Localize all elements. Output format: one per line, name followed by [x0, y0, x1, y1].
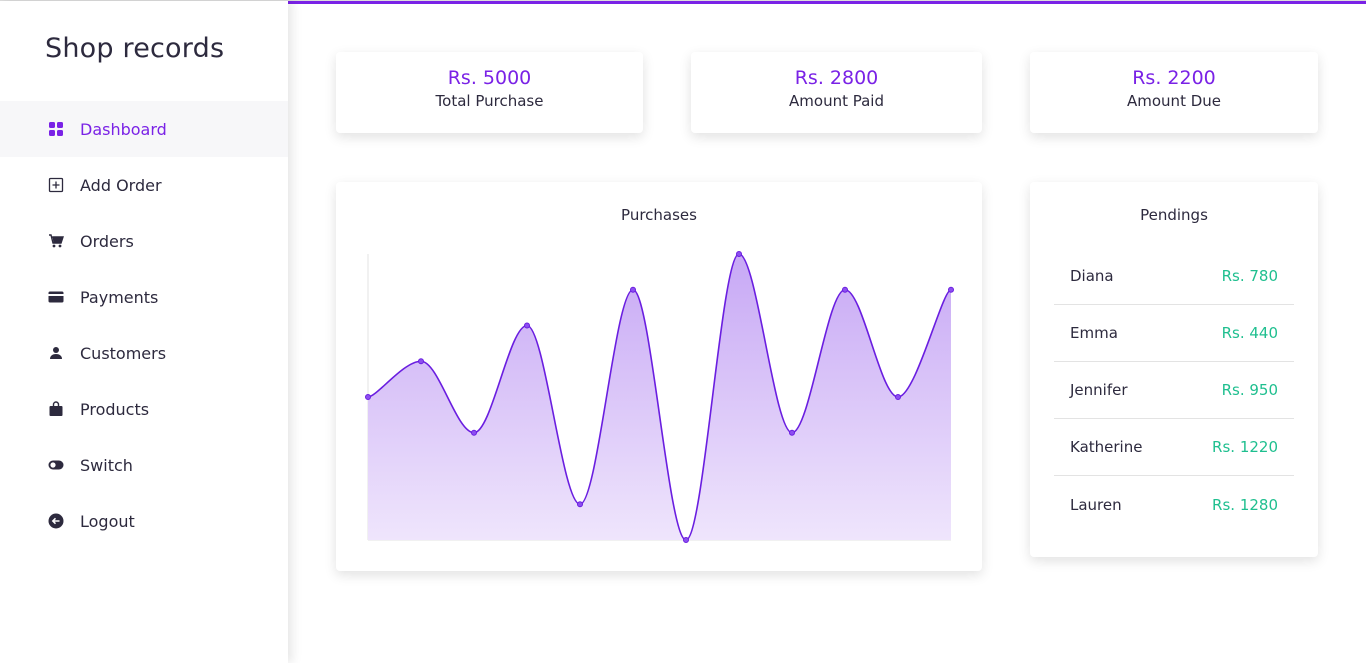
cart-icon [47, 232, 65, 250]
brand-title: Shop records [45, 33, 225, 64]
pending-amount: Rs. 950 [1221, 381, 1278, 399]
sidebar-item-label: Products [80, 399, 150, 419]
pendings-card: Pendings Diana Rs. 780 Emma Rs. 440 Jenn… [1030, 182, 1318, 557]
sidebar-item-label: Orders [80, 231, 134, 251]
purchases-chart-card: Purchases [336, 182, 982, 571]
pending-name: Lauren [1070, 495, 1122, 514]
pending-amount: Rs. 780 [1221, 267, 1278, 285]
sidebar-item-label: Dashboard [80, 119, 167, 139]
chart-point [789, 429, 795, 436]
chart-point [524, 322, 530, 329]
stat-label: Total Purchase [435, 92, 544, 110]
sidebar-item-logout[interactable]: Logout [0, 493, 288, 549]
sidebar-item-label: Switch [80, 455, 133, 475]
chart-point [630, 286, 636, 293]
pending-name: Diana [1070, 267, 1114, 285]
stat-card-amount-due: Rs. 2200 Amount Due [1030, 52, 1318, 133]
pendings-row[interactable]: Katherine Rs. 1220 [1054, 419, 1294, 476]
stat-value: Rs. 5000 [447, 67, 532, 89]
sidebar: Shop records Dashboard Add Order Orders … [0, 1, 288, 663]
logout-icon [47, 512, 65, 530]
purchases-chart [365, 251, 954, 543]
chart-point [736, 251, 742, 257]
chart-point [842, 286, 848, 293]
sidebar-item-label: Logout [80, 511, 135, 531]
pending-name: Emma [1070, 324, 1118, 342]
sidebar-item-orders[interactable]: Orders [0, 213, 288, 269]
chart-point [365, 394, 371, 400]
chart-point [948, 286, 954, 293]
pendings-row[interactable]: Diana Rs. 780 [1054, 248, 1294, 305]
pending-amount: Rs. 440 [1221, 324, 1278, 342]
sidebar-item-label: Payments [80, 287, 159, 307]
pendings-list: Diana Rs. 780 Emma Rs. 440 Jennifer Rs. … [1054, 248, 1294, 533]
sidebar-nav: Dashboard Add Order Orders Payments Cust… [0, 101, 288, 549]
pending-amount: Rs. 1280 [1212, 495, 1278, 514]
pendings-row[interactable]: Lauren Rs. 1280 [1054, 476, 1294, 533]
credit-card-icon [47, 288, 65, 306]
stat-value: Rs. 2800 [794, 67, 879, 89]
chart-point [418, 358, 424, 365]
stat-value: Rs. 2200 [1132, 67, 1216, 89]
chart-point [471, 429, 477, 436]
pending-name: Jennifer [1070, 381, 1128, 399]
toggle-icon [47, 456, 65, 474]
stat-label: Amount Due [1127, 92, 1221, 110]
pendings-row[interactable]: Jennifer Rs. 950 [1054, 362, 1294, 419]
sidebar-item-dashboard[interactable]: Dashboard [0, 101, 288, 157]
sidebar-item-products[interactable]: Products [0, 381, 288, 437]
sidebar-item-label: Customers [80, 343, 167, 363]
sidebar-item-customers[interactable]: Customers [0, 325, 288, 381]
stat-label: Amount Paid [789, 92, 884, 110]
add-box-icon [47, 176, 65, 194]
dashboard-icon [47, 120, 65, 138]
pendings-title: Pendings [1140, 206, 1208, 224]
stat-card-total-purchase: Rs. 5000 Total Purchase [336, 52, 643, 133]
bag-icon [47, 400, 65, 418]
sidebar-item-payments[interactable]: Payments [0, 269, 288, 325]
chart-point [577, 501, 583, 508]
sidebar-item-switch[interactable]: Switch [0, 437, 288, 493]
chart-point [895, 394, 901, 400]
pendings-row[interactable]: Emma Rs. 440 [1054, 305, 1294, 362]
sidebar-item-label: Add Order [80, 175, 162, 195]
person-icon [47, 344, 65, 362]
sidebar-item-add-order[interactable]: Add Order [0, 157, 288, 213]
top-accent-line [288, 1, 1366, 4]
chart-area-fill [368, 254, 951, 540]
pending-amount: Rs. 1220 [1212, 438, 1278, 456]
stat-card-amount-paid: Rs. 2800 Amount Paid [691, 52, 982, 133]
pending-name: Katherine [1070, 438, 1143, 456]
chart-point [683, 537, 689, 543]
